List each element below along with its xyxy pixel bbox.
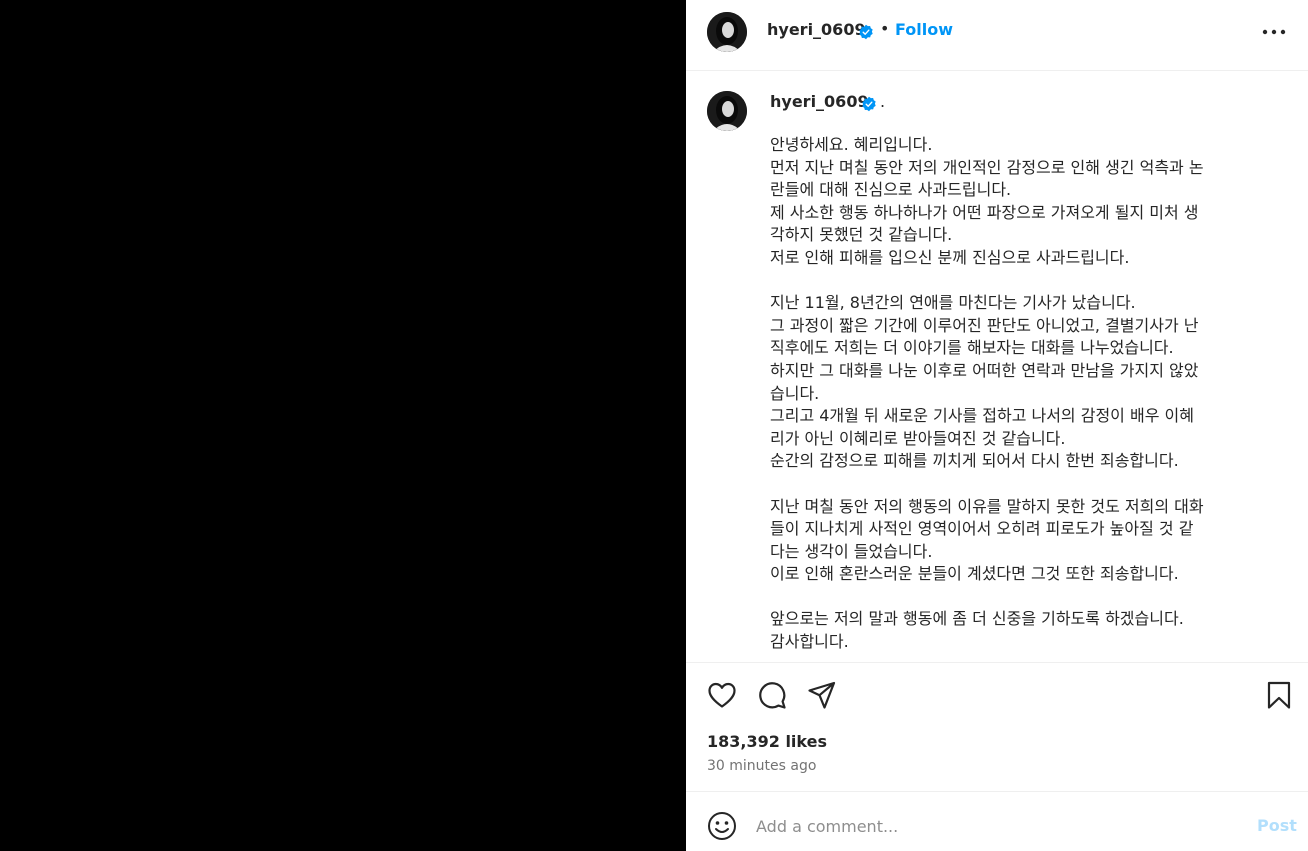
caption-line: 들이 지나치게 사적인 영역이어서 오히려 피로도가 높아질 것 같 xyxy=(770,519,1194,539)
post-side-panel: hyeri_0609 • Follow hyeri_0609 . 안녕하세요. … xyxy=(686,0,1308,851)
caption-line: 저로 인해 피해를 입으신 분께 진심으로 사과드립니다. xyxy=(770,247,1130,267)
caption-line: 먼저 지난 며칠 동안 저의 개인적인 감정으로 인해 생긴 억측과 논 xyxy=(770,157,1204,177)
post-media xyxy=(0,0,686,851)
caption-line xyxy=(770,270,1275,293)
caption-line: 습니다. xyxy=(770,383,820,403)
caption-tail: . xyxy=(880,92,886,111)
verified-badge-icon xyxy=(859,24,873,40)
caption-line: 순간의 감정으로 피해를 끼치게 되어서 다시 한번 죄송합니다. xyxy=(770,451,1179,471)
emoji-icon[interactable] xyxy=(706,810,738,842)
comment-bar: Post xyxy=(686,791,1308,851)
caption-line: 제 사소한 행동 하나하나가 어떤 파장으로 가져오게 될지 미처 생 xyxy=(770,202,1199,222)
caption-line: 리가 아닌 이혜리로 받아들여진 것 같습니다. xyxy=(770,428,1066,448)
likes-count[interactable]: 183,392 likes xyxy=(707,732,827,751)
caption-line: 하지만 그 대화를 나눈 이후로 어떠한 연락과 만남을 가지지 않았 xyxy=(770,360,1199,380)
caption-line: 앞으로는 저의 말과 행동에 좀 더 신중을 기하도록 하겠습니다. xyxy=(770,609,1184,629)
separator-dot: • xyxy=(880,19,890,38)
more-options-icon[interactable] xyxy=(1261,22,1287,42)
caption-line: 지난 며칠 동안 저의 행동의 이유를 말하지 못한 것도 저희의 대화 xyxy=(770,496,1204,516)
caption-line xyxy=(770,473,1275,496)
caption-line: 그리고 4개월 뒤 새로운 기사를 접하고 나서의 감정이 배우 이혜 xyxy=(770,406,1194,426)
comment-icon[interactable] xyxy=(756,679,788,711)
caption-text: 안녕하세요. 혜리입니다. 먼저 지난 며칠 동안 저의 개인적인 감정으로 인… xyxy=(770,134,1275,654)
avatar[interactable] xyxy=(707,12,747,52)
avatar[interactable] xyxy=(707,91,747,131)
caption-section: hyeri_0609 . 안녕하세요. 혜리입니다. 먼저 지난 며칠 동안 저… xyxy=(686,71,1308,663)
verified-badge-icon xyxy=(862,96,876,112)
username[interactable]: hyeri_0609 xyxy=(767,20,866,39)
post-comment-button[interactable]: Post xyxy=(1257,816,1297,835)
save-bookmark-icon[interactable] xyxy=(1263,679,1295,711)
caption-username[interactable]: hyeri_0609 xyxy=(770,92,869,111)
caption-line: 직후에도 저희는 더 이야기를 해보자는 대화를 나누었습니다. xyxy=(770,338,1174,358)
post-timestamp[interactable]: 30 minutes ago xyxy=(707,758,816,774)
caption-line xyxy=(770,586,1275,609)
caption-line: 란들에 대해 진심으로 사과드립니다. xyxy=(770,180,1012,200)
caption-line: 안녕하세요. 혜리입니다. xyxy=(770,135,933,154)
share-icon[interactable] xyxy=(806,679,838,711)
caption-line: 그 과정이 짧은 기간에 이루어진 판단도 아니었고, 결별기사가 난 xyxy=(770,315,1199,335)
action-bar xyxy=(686,663,1308,723)
caption-line: 감사합니다. xyxy=(770,632,849,652)
like-heart-icon[interactable] xyxy=(706,679,738,711)
caption-line: 지난 11월, 8년간의 연애를 마친다는 기사가 났습니다. xyxy=(770,293,1136,313)
caption-line: 이로 인해 혼란스러운 분들이 계셨다면 그것 또한 죄송합니다. xyxy=(770,564,1179,584)
post-header: hyeri_0609 • Follow xyxy=(686,0,1308,71)
caption-line: 다는 생각이 들었습니다. xyxy=(770,541,933,561)
caption-line: 각하지 못했던 것 같습니다. xyxy=(770,225,953,245)
follow-button[interactable]: Follow xyxy=(895,20,953,39)
comment-input[interactable] xyxy=(756,812,1226,840)
